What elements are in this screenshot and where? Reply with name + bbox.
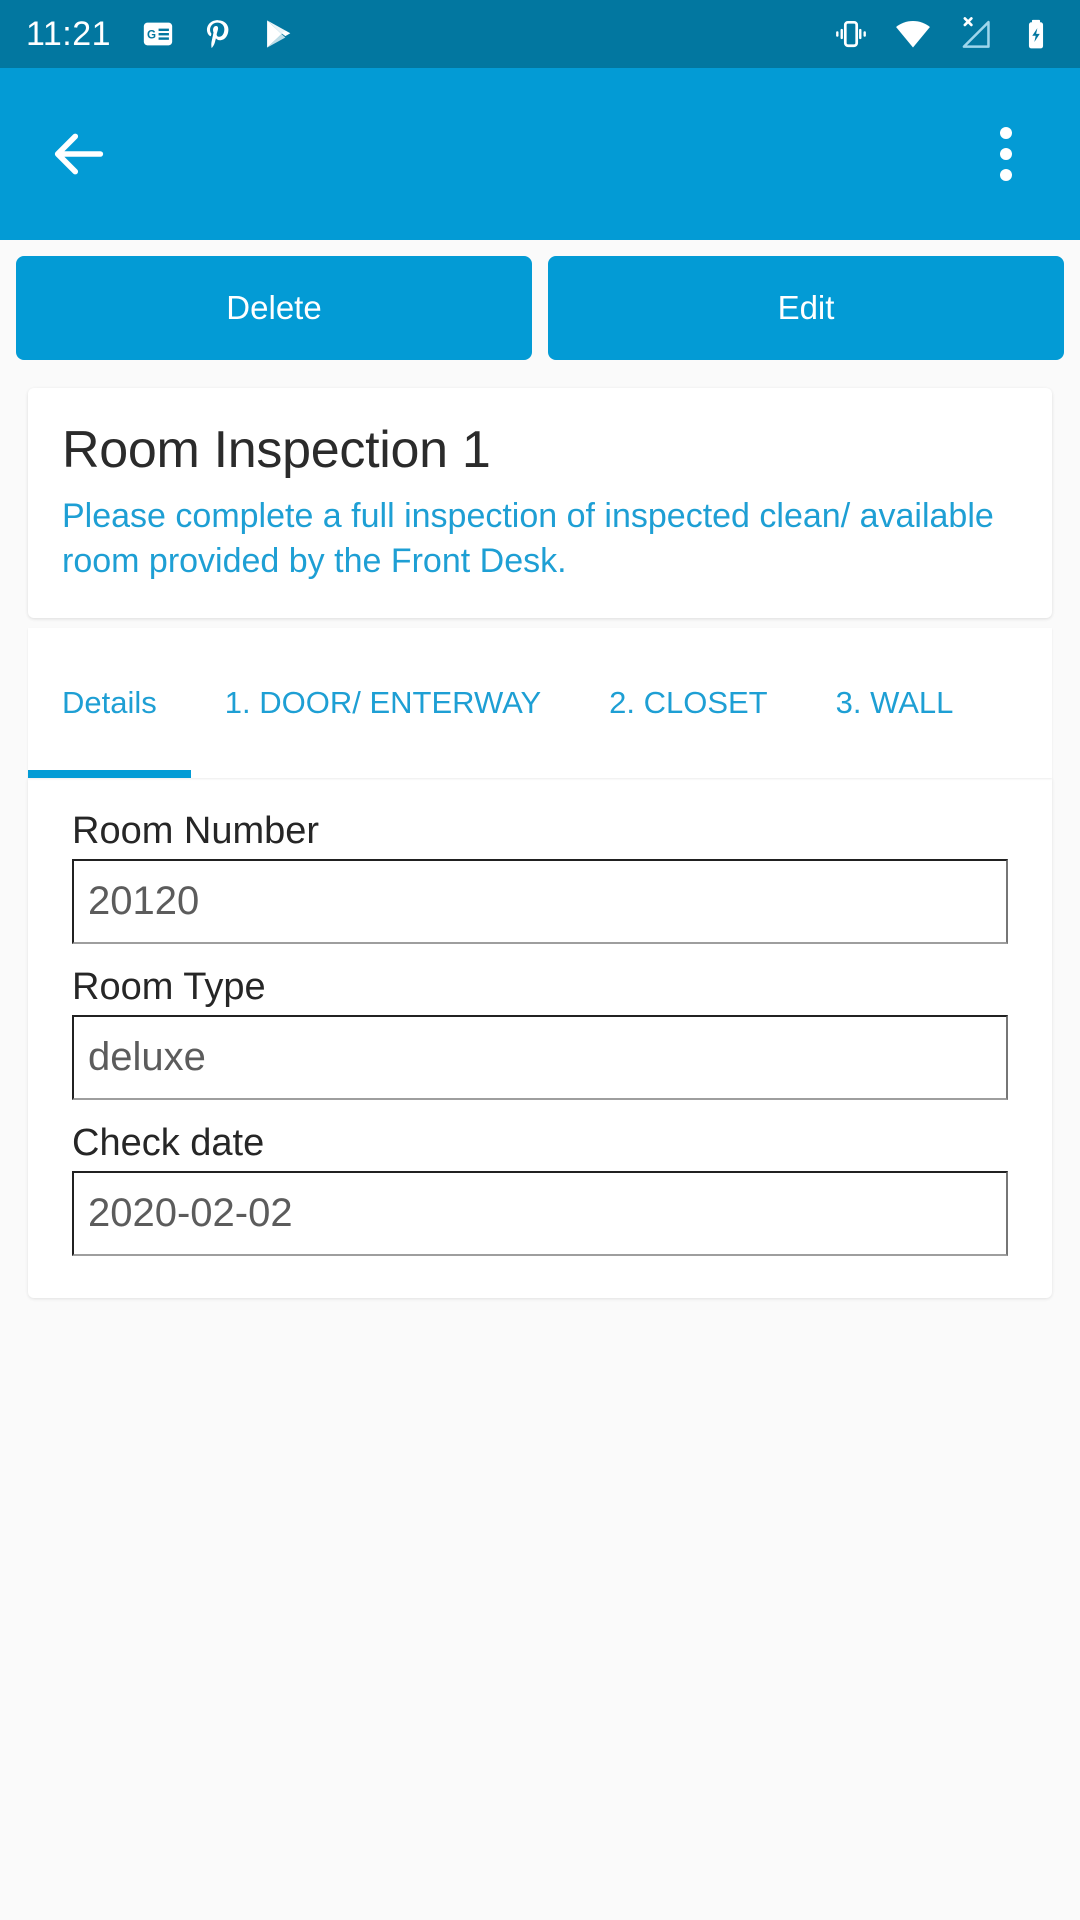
wifi-icon xyxy=(894,15,932,53)
more-vertical-icon-dot xyxy=(1000,169,1012,181)
field-label-room-number: Room Number xyxy=(72,810,320,853)
tab-door-enterway[interactable]: 1. DOOR/ ENTERWAY xyxy=(191,628,575,778)
action-button-row: Delete Edit xyxy=(0,240,1080,360)
status-bar: 11:21 G xyxy=(0,0,1080,68)
edit-button[interactable]: Edit xyxy=(548,256,1064,360)
room-type-input[interactable] xyxy=(72,1015,1008,1101)
more-vertical-icon-dot xyxy=(1000,127,1012,139)
tab-wall[interactable]: 3. WALL xyxy=(802,628,988,778)
room-number-input[interactable] xyxy=(72,859,1008,945)
details-form-card: Room Number Room Type Check date xyxy=(28,778,1052,1299)
back-button[interactable] xyxy=(44,119,114,189)
battery-charging-icon xyxy=(1018,16,1054,52)
tab-closet[interactable]: 2. CLOSET xyxy=(575,628,802,778)
pinterest-icon xyxy=(201,17,235,51)
back-arrow-icon xyxy=(47,122,111,186)
field-room-type: Room Type xyxy=(72,952,1008,1101)
overflow-menu-button[interactable] xyxy=(976,114,1036,194)
play-store-icon xyxy=(261,17,295,51)
field-room-number: Room Number xyxy=(72,796,1008,945)
google-news-icon: G xyxy=(141,17,175,51)
inspection-title-card: Room Inspection 1 Please complete a full… xyxy=(28,388,1052,619)
field-check-date: Check date xyxy=(72,1108,1008,1257)
svg-text:G: G xyxy=(147,29,156,42)
page-description: Please complete a full inspection of ins… xyxy=(62,497,994,581)
status-bar-notification-icons: G xyxy=(141,17,295,51)
page-title: Room Inspection 1 xyxy=(62,421,491,479)
field-label-check-date: Check date xyxy=(72,1122,265,1165)
more-vertical-icon-dot xyxy=(1000,148,1012,160)
delete-button[interactable]: Delete xyxy=(16,256,532,360)
content-area: Delete Edit Room Inspection 1 Please com… xyxy=(0,240,1080,1920)
status-bar-clock: 11:21 xyxy=(26,14,112,53)
check-date-input[interactable] xyxy=(72,1171,1008,1257)
vibrate-icon xyxy=(832,15,870,53)
tab-details[interactable]: Details xyxy=(28,628,191,779)
section-tab-bar[interactable]: Details 1. DOOR/ ENTERWAY 2. CLOSET 3. W… xyxy=(28,628,1052,779)
app-bar xyxy=(0,68,1080,240)
field-label-room-type: Room Type xyxy=(72,966,266,1009)
status-bar-system-icons xyxy=(832,15,1054,53)
no-signal-icon xyxy=(956,15,994,53)
